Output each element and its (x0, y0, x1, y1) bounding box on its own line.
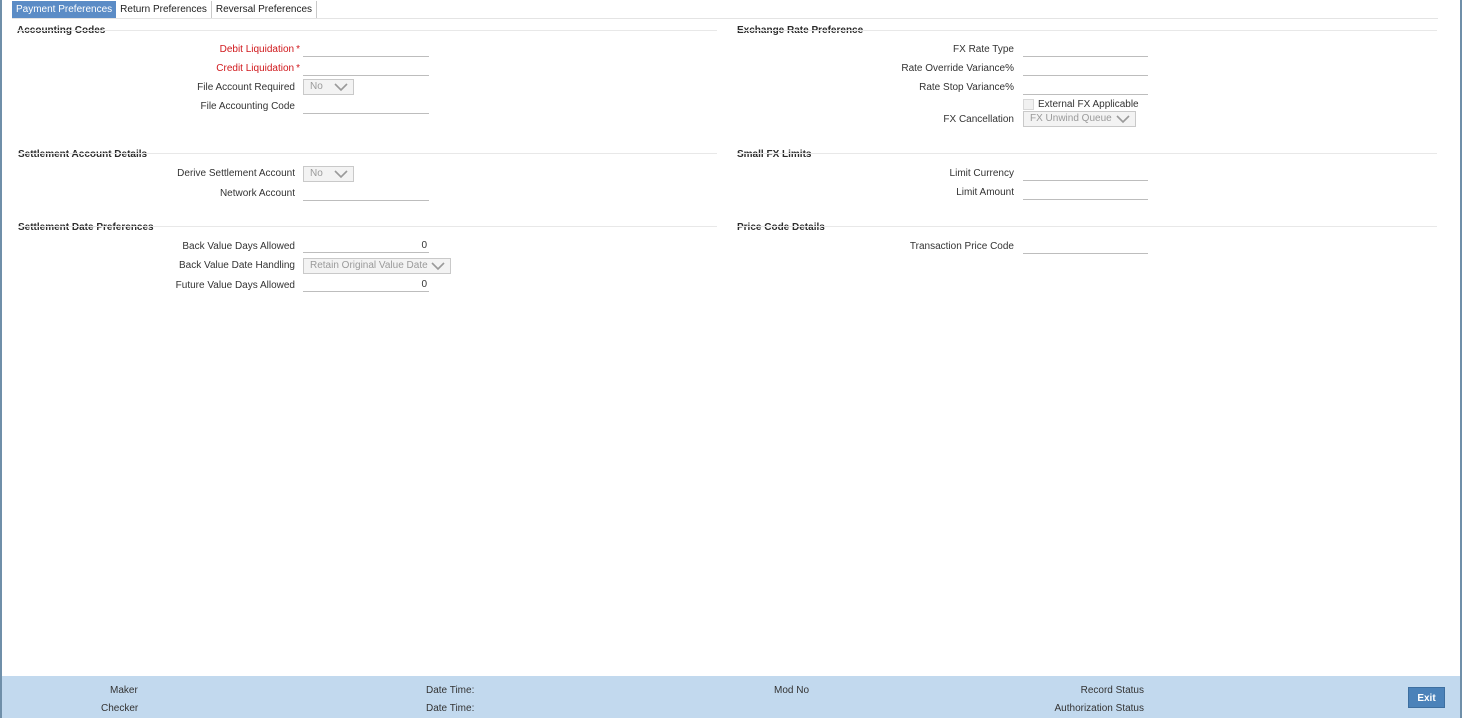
tab-bar: Payment Preferences Return Preferences R… (12, 1, 318, 18)
required-marker: * (296, 63, 300, 74)
authorization-status-label: Authorization Status (1054, 703, 1145, 714)
tab-underline (12, 18, 1438, 19)
limit-currency-input[interactable] (1023, 166, 1148, 181)
chevron-down-icon (334, 83, 348, 92)
chevron-down-icon (1116, 115, 1130, 124)
section-settlement-account-details: Settlement Account Details (18, 149, 148, 160)
limit-amount-label: Limit Amount (956, 187, 1014, 198)
back-value-days-allowed-label: Back Value Days Allowed (182, 241, 295, 252)
chevron-down-icon (334, 170, 348, 179)
audit-footer: Maker Checker Date Time: Date Time: Mod … (2, 676, 1460, 718)
back-value-date-handling-label: Back Value Date Handling (179, 260, 295, 271)
limit-currency-label: Limit Currency (949, 168, 1014, 179)
future-value-days-allowed-input[interactable] (303, 277, 429, 292)
fx-cancellation-select[interactable]: FX Unwind Queue (1023, 111, 1136, 127)
section-price-code-details: Price Code Details (737, 222, 825, 233)
select-value: No (310, 168, 323, 179)
section-divider (737, 153, 1437, 154)
limit-amount-input[interactable] (1023, 185, 1148, 200)
derive-settlement-account-label: Derive Settlement Account (177, 168, 295, 179)
section-divider (17, 30, 717, 31)
section-small-fx-limits: Small FX Limits (737, 149, 812, 160)
file-account-required-select[interactable]: No (303, 79, 354, 95)
section-settlement-date-preferences: Settlement Date Preferences (18, 222, 154, 233)
required-marker: * (296, 44, 300, 55)
section-divider (737, 226, 1437, 227)
derive-settlement-account-select[interactable]: No (303, 166, 354, 182)
rate-stop-variance-label: Rate Stop Variance% (919, 82, 1014, 93)
checker-label: Checker (101, 703, 139, 714)
section-divider (18, 153, 717, 154)
fx-rate-type-label: FX Rate Type (953, 44, 1014, 55)
network-account-input[interactable] (303, 186, 429, 201)
file-accounting-code-input[interactable] (303, 99, 429, 114)
section-divider (737, 30, 1437, 31)
back-value-days-allowed-input[interactable] (303, 238, 429, 253)
section-divider (18, 226, 717, 227)
external-fx-applicable-checkbox[interactable] (1023, 99, 1034, 110)
credit-liquidation-label: Credit Liquidation * (216, 63, 300, 74)
rate-override-variance-label: Rate Override Variance% (901, 63, 1014, 74)
record-status-label: Record Status (1080, 685, 1144, 696)
tab-payment-preferences[interactable]: Payment Preferences (12, 1, 117, 18)
exit-button[interactable]: Exit (1408, 687, 1445, 708)
external-fx-applicable-label: External FX Applicable (1038, 99, 1139, 110)
debit-liquidation-label: Debit Liquidation * (219, 44, 300, 55)
fx-cancellation-label: FX Cancellation (943, 114, 1014, 125)
future-value-days-allowed-label: Future Value Days Allowed (175, 280, 295, 291)
checker-date-time-label: Date Time: (426, 703, 475, 714)
mod-no-label: Mod No (774, 685, 810, 696)
select-value: FX Unwind Queue (1030, 113, 1112, 124)
fx-rate-type-input[interactable] (1023, 42, 1148, 57)
chevron-down-icon (431, 262, 445, 271)
file-account-required-label: File Account Required (197, 82, 295, 93)
select-value: No (310, 81, 323, 92)
credit-liquidation-input[interactable] (303, 61, 429, 76)
debit-liquidation-input[interactable] (303, 42, 429, 57)
tab-reversal-preferences[interactable]: Reversal Preferences (212, 1, 318, 18)
rate-stop-variance-input[interactable] (1023, 80, 1148, 95)
rate-override-variance-input[interactable] (1023, 61, 1148, 76)
network-account-label: Network Account (219, 188, 295, 199)
back-value-date-handling-select[interactable]: Retain Original Value Date (303, 258, 451, 274)
transaction-price-code-input[interactable] (1023, 239, 1148, 254)
select-value: Retain Original Value Date (310, 260, 428, 271)
maker-date-time-label: Date Time: (426, 685, 475, 696)
file-accounting-code-label: File Accounting Code (200, 101, 295, 112)
maker-label: Maker (110, 685, 138, 696)
transaction-price-code-label: Transaction Price Code (909, 241, 1014, 252)
tab-return-preferences[interactable]: Return Preferences (116, 1, 212, 18)
